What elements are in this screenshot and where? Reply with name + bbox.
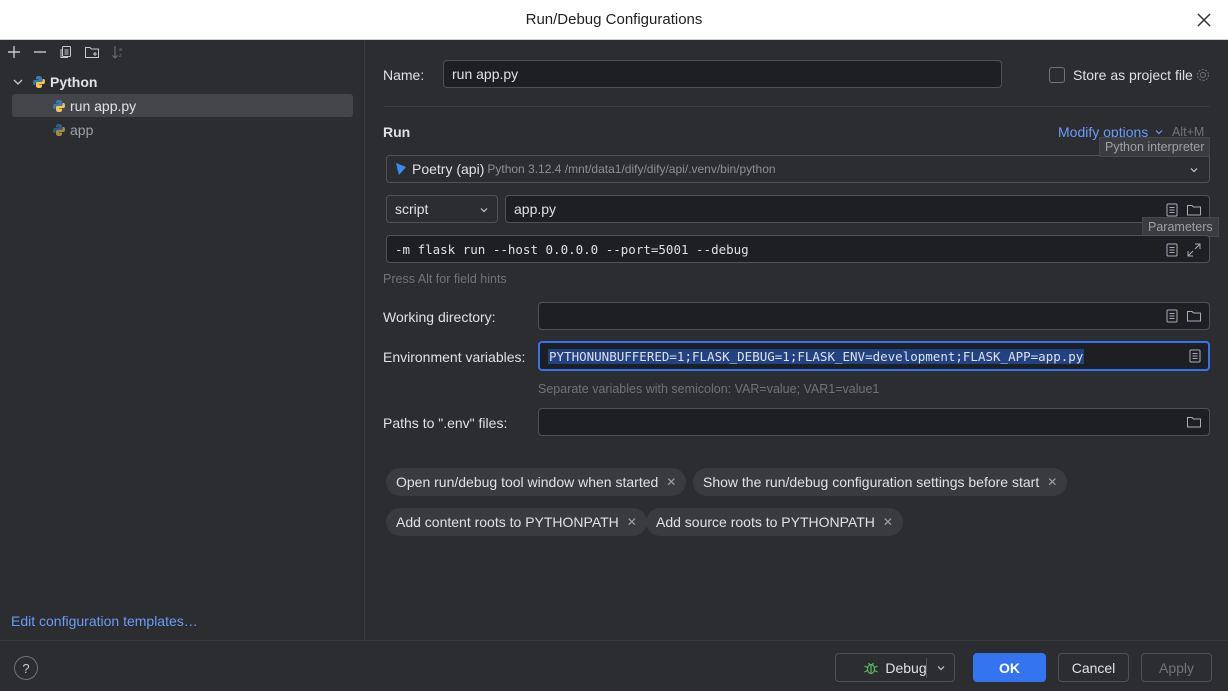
chevron-down-icon xyxy=(480,208,488,213)
configurations-tree-panel: az Python run app.py app Edit configurat… xyxy=(0,40,365,640)
name-input[interactable]: run app.py xyxy=(443,60,1002,88)
dotenv-files-label: Paths to ".env" files: xyxy=(383,415,508,431)
help-button[interactable]: ? xyxy=(14,656,38,680)
debug-button-label: Debug xyxy=(885,659,927,676)
dialog-title-bar: Run/Debug Configurations xyxy=(0,0,1228,40)
document-icon[interactable] xyxy=(1164,308,1180,324)
edit-templates-link[interactable]: Edit configuration templates… xyxy=(11,613,198,629)
divider xyxy=(383,106,1210,107)
option-chip-label: Open run/debug tool window when started xyxy=(396,474,659,490)
bug-icon xyxy=(864,662,879,674)
option-chip[interactable]: Open run/debug tool window when started ✕ xyxy=(386,468,687,496)
split-divider xyxy=(926,658,927,678)
field-hint: Press Alt for field hints xyxy=(383,272,507,286)
dialog-title: Run/Debug Configurations xyxy=(525,11,703,28)
document-icon[interactable] xyxy=(1187,348,1203,364)
debug-split-button[interactable]: Debug xyxy=(835,653,955,682)
run-section-heading: Run xyxy=(383,124,411,140)
python-run-icon xyxy=(53,99,65,112)
interpreter-detail: Python 3.12.4 /mnt/data1/dify/dify/api/.… xyxy=(487,162,776,176)
working-directory-input[interactable] xyxy=(538,302,1210,330)
environment-variables-input[interactable]: PYTHONUNBUFFERED=1;FLASK_DEBUG=1;FLASK_E… xyxy=(538,341,1210,371)
folder-icon[interactable] xyxy=(1186,308,1202,324)
close-icon[interactable]: ✕ xyxy=(1047,475,1057,489)
tree-item-label: run app.py xyxy=(70,97,137,114)
svg-text:z: z xyxy=(119,53,122,59)
ok-button[interactable]: OK xyxy=(973,653,1046,682)
tree-group-label: Python xyxy=(50,73,98,90)
chevron-down-icon[interactable] xyxy=(12,76,24,88)
tree-toolbar: az xyxy=(0,40,364,64)
add-icon[interactable] xyxy=(4,42,24,62)
document-icon[interactable] xyxy=(1164,242,1180,258)
interpreter-select[interactable]: Poetry (api) Python 3.12.4 /mnt/data1/di… xyxy=(386,155,1210,183)
gear-icon[interactable] xyxy=(1195,67,1211,83)
name-label: Name: xyxy=(383,67,425,83)
folder-icon[interactable] xyxy=(1186,202,1202,218)
apply-button[interactable]: Apply xyxy=(1141,653,1212,682)
environment-variables-label: Environment variables: xyxy=(383,349,526,365)
tree-item-label: app xyxy=(70,121,94,138)
interpreter-tooltip: Python interpreter xyxy=(1099,137,1211,157)
copy-icon[interactable] xyxy=(56,42,76,62)
option-chip-label: Add content roots to PYTHONPATH xyxy=(396,514,619,530)
script-path-input[interactable]: app.py xyxy=(505,195,1210,223)
configuration-form: Name: run app.py Store as project file R… xyxy=(366,40,1228,640)
tree-group-python[interactable]: Python xyxy=(12,70,353,93)
parameters-input[interactable]: -m flask run --host 0.0.0.0 --port=5001 … xyxy=(386,235,1210,263)
store-as-project-file-label: Store as project file xyxy=(1073,67,1193,83)
dialog-footer: ? Debug OK Cancel Apply xyxy=(0,640,1228,691)
store-as-project-file-checkbox[interactable] xyxy=(1049,67,1065,83)
cancel-button[interactable]: Cancel xyxy=(1058,653,1129,682)
chevron-down-icon[interactable] xyxy=(936,663,946,673)
close-icon[interactable]: ✕ xyxy=(627,515,637,529)
option-chip-label: Show the run/debug configuration setting… xyxy=(703,474,1040,490)
tree-item-app[interactable]: app xyxy=(12,118,353,141)
option-chip[interactable]: Add source roots to PYTHONPATH ✕ xyxy=(646,508,903,536)
tree-item-run-app-py[interactable]: run app.py xyxy=(12,94,353,117)
interpreter-name: Poetry (api) xyxy=(412,161,485,177)
poetry-icon xyxy=(396,163,406,175)
new-folder-icon[interactable] xyxy=(82,42,102,62)
expand-icon[interactable] xyxy=(1186,242,1202,258)
parameters-tooltip: Parameters xyxy=(1142,217,1219,237)
dotenv-files-input[interactable] xyxy=(538,408,1210,436)
close-icon[interactable] xyxy=(1194,10,1214,30)
working-directory-label: Working directory: xyxy=(383,309,496,325)
script-mode-value: script xyxy=(395,201,429,217)
python-icon xyxy=(33,75,45,88)
environment-variables-hint: Separate variables with semicolon: VAR=v… xyxy=(538,382,880,396)
script-mode-select[interactable]: script xyxy=(386,195,498,223)
chevron-down-icon xyxy=(1190,168,1198,173)
option-chip-label: Add source roots to PYTHONPATH xyxy=(656,514,875,530)
sort-icon[interactable]: az xyxy=(108,42,128,62)
document-icon[interactable] xyxy=(1164,202,1180,218)
close-icon[interactable]: ✕ xyxy=(883,515,893,529)
chevron-down-icon xyxy=(1155,130,1163,135)
option-chip[interactable]: Show the run/debug configuration setting… xyxy=(693,468,1068,496)
remove-icon[interactable] xyxy=(30,42,50,62)
python-icon xyxy=(53,123,65,136)
close-icon[interactable]: ✕ xyxy=(666,475,676,489)
environment-variables-value: PYTHONUNBUFFERED=1;FLASK_DEBUG=1;FLASK_E… xyxy=(548,348,1085,364)
option-chip[interactable]: Add content roots to PYTHONPATH ✕ xyxy=(386,508,647,536)
folder-icon[interactable] xyxy=(1186,414,1202,430)
